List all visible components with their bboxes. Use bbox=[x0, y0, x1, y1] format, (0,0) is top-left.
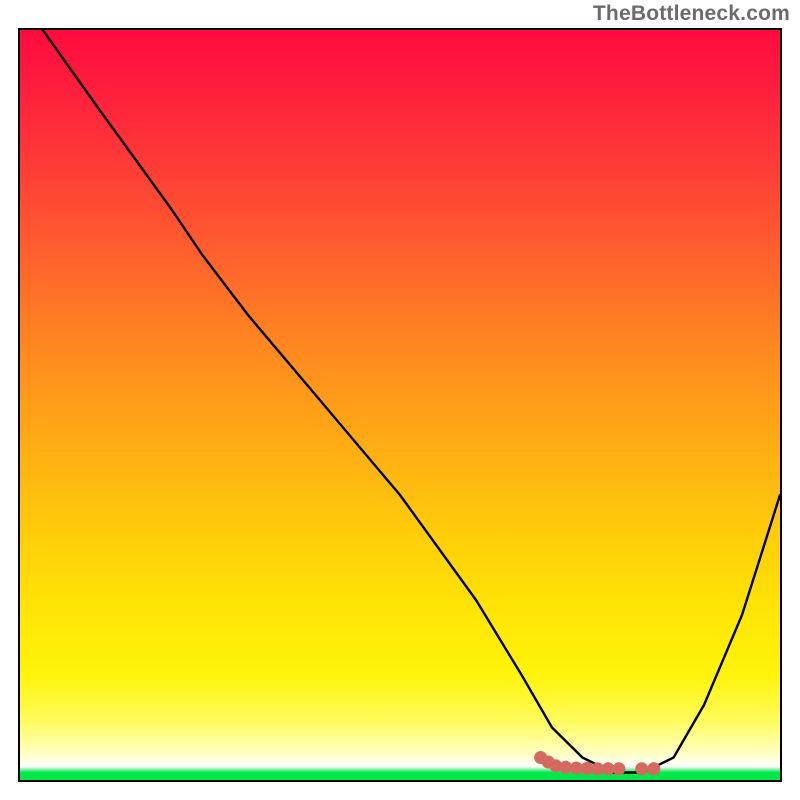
bottleneck-curve bbox=[43, 30, 780, 773]
valley-marker-dot bbox=[647, 762, 660, 775]
watermark-text: TheBottleneck.com bbox=[593, 2, 790, 26]
plot-area bbox=[18, 28, 782, 782]
valley-marker-dot bbox=[612, 762, 625, 775]
valley-marker-dot bbox=[635, 762, 648, 775]
valley-marker-cluster bbox=[534, 751, 660, 775]
chart-container: TheBottleneck.com bbox=[0, 0, 800, 800]
plot-overlay-svg bbox=[20, 30, 780, 780]
